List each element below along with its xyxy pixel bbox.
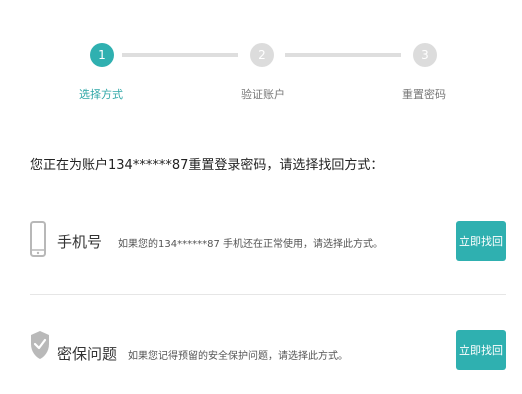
divider: [30, 294, 506, 295]
shield-check-icon: [30, 330, 50, 364]
progress-stepper: 1 2 3 选择方式 验证账户 重置密码: [0, 0, 522, 110]
step-2-label: 验证账户: [241, 88, 285, 101]
recover-by-phone-button[interactable]: 立即找回: [456, 221, 506, 261]
step-3-circle: 3: [413, 43, 437, 67]
step-connector: [122, 53, 238, 57]
intro-text: 您正在为账户134******87重置登录密码，请选择找回方式：: [30, 158, 384, 173]
step-2-circle: 2: [250, 43, 274, 67]
option-security-question-description: 如果您记得预留的安全保护问题，请选择此方式。: [128, 351, 348, 362]
option-phone: 手机号 如果您的134******87 手机还在正常使用，请选择此方式。 立即找…: [30, 217, 506, 265]
step-3-label: 重置密码: [402, 88, 446, 101]
option-security-question-title: 密保问题: [57, 345, 118, 363]
step-3-number: 3: [421, 48, 429, 62]
phone-icon: [30, 221, 46, 261]
step-connector: [285, 53, 401, 57]
option-phone-description: 如果您的134******87 手机还在正常使用，请选择此方式。: [118, 239, 383, 250]
step-1-label: 选择方式: [79, 88, 123, 101]
step-1-circle: 1: [90, 43, 114, 67]
option-security-question: 密保问题 如果您记得预留的安全保护问题，请选择此方式。 立即找回: [30, 326, 506, 374]
step-2-number: 2: [258, 48, 266, 62]
recover-by-question-button[interactable]: 立即找回: [456, 330, 506, 370]
option-phone-title: 手机号: [57, 233, 103, 251]
step-1-number: 1: [98, 48, 106, 62]
